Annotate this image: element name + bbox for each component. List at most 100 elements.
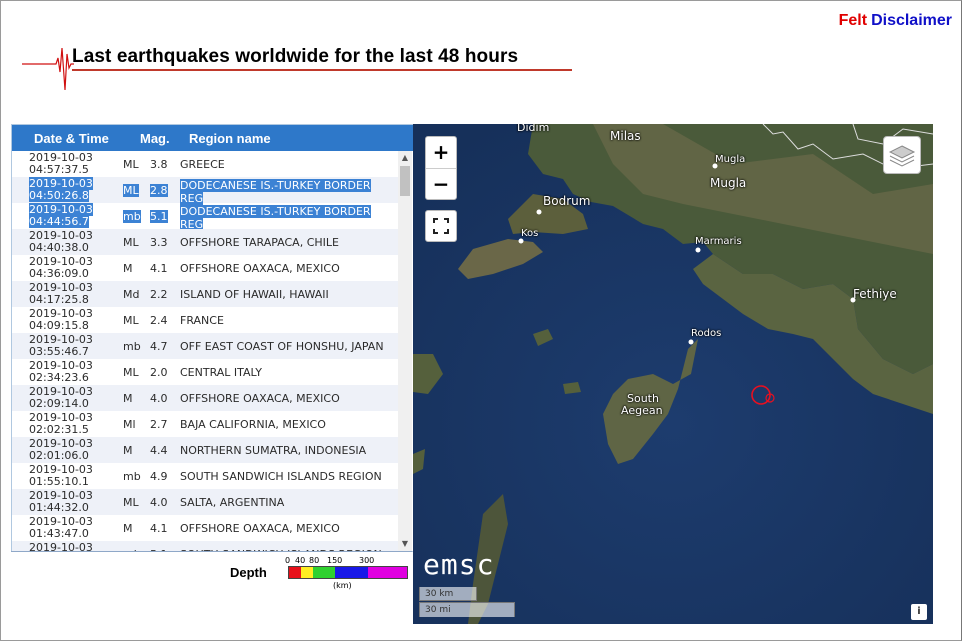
event-time: 04:44:56.7 [29, 215, 89, 228]
table-row[interactable]: 2019-10-03 04:44:56.7 mb 5.1 DODECANESE IS.-… [12, 203, 398, 231]
map-label-milas: Milas [610, 129, 641, 143]
layers-icon [888, 145, 916, 167]
felt-link[interactable]: Felt [839, 12, 867, 29]
map-label-marmaris: Marmaris [695, 236, 742, 247]
region-name: OFFSHORE TARAPACA, CHILE [180, 236, 394, 249]
disclaimer-link[interactable]: Disclaimer [871, 12, 952, 29]
event-time: 02:09:14.0 [29, 397, 89, 410]
event-datetime: 2019-10-03 04:57:37.5 [29, 152, 99, 176]
layers-button[interactable] [883, 136, 921, 174]
table-row[interactable]: 2019-10-03 04:09:15.8 ML 2.4 FRANCE [12, 307, 398, 333]
region-text: OFFSHORE OAXACA, MEXICO [180, 392, 340, 405]
table-row[interactable]: 2019-10-03 04:50:26.8 ML 2.8 DODECANESE IS.-… [12, 177, 398, 205]
event-datetime: 2019-10-03 01:44:32.0 [29, 490, 99, 514]
magnitude-value: 3.3 [150, 236, 168, 249]
magnitude-value: 4.0 [150, 392, 168, 405]
table-row[interactable]: 2019-10-03 01:44:32.0 ML 4.0 SALTA, ARGENTIN… [12, 489, 398, 515]
table-row[interactable]: 2019-10-03 01:55:10.1 mb 4.9 SOUTH SANDWICH … [12, 463, 398, 489]
table-row[interactable]: 2019-10-03 04:57:37.5 ML 3.8 GREECE [12, 151, 398, 177]
event-time: 04:57:37.5 [29, 163, 89, 176]
list-scrollbar[interactable]: ▲ ▼ [398, 151, 412, 551]
event-time: 02:34:23.6 [29, 371, 89, 384]
event-datetime: 2019-10-03 02:34:23.6 [29, 360, 99, 384]
magnitude-type: ML [123, 184, 139, 197]
table-row[interactable]: 2019-10-03 02:02:31.5 Ml 2.7 BAJA CALIFORNIA… [12, 411, 398, 437]
column-magnitude[interactable]: Mag. [140, 131, 170, 146]
table-row[interactable]: 2019-10-03 02:09:14.0 M 4.0 OFFSHORE OAXACA,… [12, 385, 398, 411]
region-name: FRANCE [180, 314, 394, 327]
magnitude-type: Md [123, 288, 140, 301]
region-text: OFFSHORE TARAPACA, CHILE [180, 236, 339, 249]
depth-color-segment [301, 567, 313, 578]
magnitude-value: 2.7 [150, 418, 168, 431]
event-time: 01:44:32.0 [29, 501, 89, 514]
table-row[interactable]: 2019-10-03 04:36:09.0 M 4.1 OFFSHORE OAXACA,… [12, 255, 398, 281]
magnitude-value: 4.7 [150, 340, 168, 353]
event-datetime: 2019-10-03 03:55:46.7 [29, 334, 99, 358]
event-time: 01:55:10.1 [29, 475, 89, 488]
magnitude-value: 2.4 [150, 314, 168, 327]
magnitude-type: ML [123, 158, 139, 171]
table-row[interactable]: 2019-10-03 02:34:23.6 ML 2.0 CENTRAL ITALY [12, 359, 398, 385]
list-rows: 2019-10-03 04:57:37.5 ML 3.8 GREECE 2019-10-0… [12, 151, 398, 551]
column-region[interactable]: Region name [189, 131, 271, 146]
event-datetime: 2019-10-03 04:09:15.8 [29, 308, 99, 332]
region-name: DODECANESE IS.-TURKEY BORDER REG [180, 179, 394, 205]
region-name: DODECANESE IS.-TURKEY BORDER REG [180, 205, 394, 231]
map-view[interactable]: Didim Milas Mugla Mugla Bodrum Kos Marma… [413, 124, 933, 624]
depth-color-segment [368, 567, 407, 578]
earthquake-list: Date & Time Mag. Region name 2019-10-03 0… [11, 124, 414, 552]
zoom-control: + − [425, 136, 457, 200]
magnitude-type: Ml [123, 418, 136, 431]
event-time: 04:09:15.8 [29, 319, 89, 332]
region-text: GREECE [180, 158, 225, 171]
map-label-fethiye: Fethiye [853, 287, 897, 301]
event-datetime: 2019-10-03 04:17:25.8 [29, 282, 99, 306]
region-text: SOUTH SANDWICH ISLANDS REGION [180, 470, 382, 483]
info-button[interactable]: i [911, 604, 927, 620]
column-datetime[interactable]: Date & Time [34, 131, 109, 146]
emsc-watermark: emsc [423, 548, 495, 581]
depth-tick: 0 [285, 556, 291, 565]
region-text: CENTRAL ITALY [180, 366, 262, 379]
event-datetime: 2019-10-03 02:02:31.5 [29, 412, 99, 436]
magnitude-value: 4.9 [150, 470, 168, 483]
title-underline [72, 69, 572, 71]
event-time: 01:43:47.0 [29, 527, 89, 540]
magnitude-value: 2.2 [150, 288, 168, 301]
region-name: OFF EAST COAST OF HONSHU, JAPAN [180, 340, 394, 353]
scrollbar-thumb[interactable] [400, 166, 410, 196]
table-row[interactable]: 2019-10-03 03:55:46.7 mb 4.7 OFF EAST COAST … [12, 333, 398, 359]
region-name: NORTHERN SUMATRA, INDONESIA [180, 444, 394, 457]
depth-color-segment [335, 567, 368, 578]
event-time: 04:17:25.8 [29, 293, 89, 306]
region-name: SALTA, ARGENTINA [180, 496, 394, 509]
fullscreen-icon [433, 218, 449, 234]
event-time: 04:50:26.8 [29, 189, 89, 202]
region-name: ISLAND OF HAWAII, HAWAII [180, 288, 394, 301]
list-divider [11, 551, 412, 552]
table-row[interactable]: 2019-10-03 02:01:06.0 M 4.4 NORTHERN SUMATRA… [12, 437, 398, 463]
magnitude-value: 2.0 [150, 366, 168, 379]
table-row[interactable]: 2019-10-03 04:40:38.0 ML 3.3 OFFSHORE TARAPA… [12, 229, 398, 255]
zoom-out-button[interactable]: − [426, 169, 456, 200]
magnitude-value: 4.1 [150, 522, 168, 535]
table-row[interactable]: 2019-10-03 04:17:25.8 Md 2.2 ISLAND OF HAWAI… [12, 281, 398, 307]
fullscreen-button[interactable] [425, 210, 457, 242]
depth-tick: 80 [309, 556, 320, 565]
table-row[interactable]: 2019-10-03 01:43:47.0 M 4.1 OFFSHORE OAXACA,… [12, 515, 398, 541]
region-text: OFF EAST COAST OF HONSHU, JAPAN [180, 340, 384, 353]
magnitude-value: 3.8 [150, 158, 168, 171]
event-time: 03:55:46.7 [29, 345, 89, 358]
magnitude-value: 5.1 [150, 210, 168, 223]
depth-tick: 40 [295, 556, 306, 565]
event-time: 04:36:09.0 [29, 267, 89, 280]
scroll-up-arrow-icon[interactable]: ▲ [398, 151, 412, 165]
region-text: NORTHERN SUMATRA, INDONESIA [180, 444, 367, 457]
magnitude-value: 2.8 [150, 184, 168, 197]
scroll-down-arrow-icon[interactable]: ▼ [398, 537, 412, 551]
magnitude-value: 4.0 [150, 496, 168, 509]
earthquake-marker-icon[interactable] [749, 382, 779, 412]
depth-legend-unit: (km) [333, 581, 352, 590]
zoom-in-button[interactable]: + [426, 137, 456, 169]
